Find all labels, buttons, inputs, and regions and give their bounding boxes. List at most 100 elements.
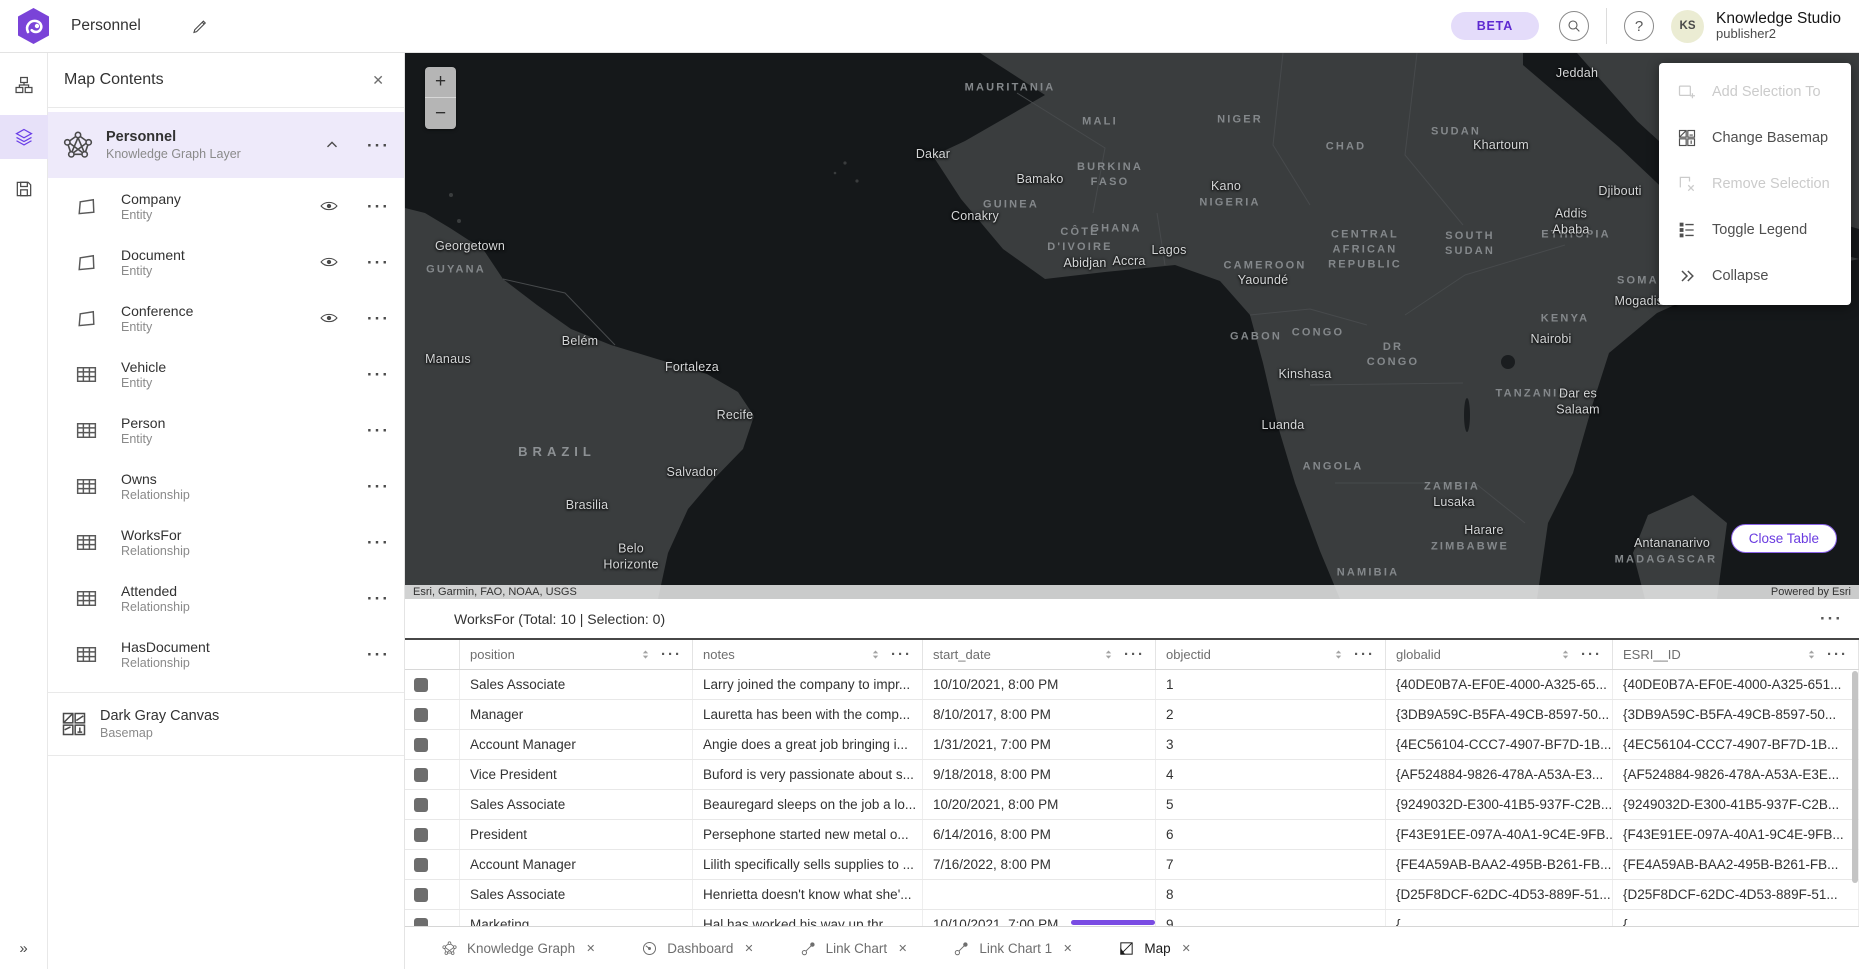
map-canvas[interactable]: GUYANABRAZILBOLIVIAMAURITANIAMALINIGERCH… [405,53,1859,599]
tab-link-chart-1[interactable]: Link Chart 1 ✕ [931,927,1096,969]
menu-item-change-basemap[interactable]: Change Basemap [1659,115,1851,161]
expand-rail-button[interactable]: » [7,928,39,969]
layer-options-icon[interactable]: ··· [367,310,390,327]
layer-options-icon[interactable]: ··· [367,646,390,663]
tab-dashboard[interactable]: Dashboard✕ [619,927,777,969]
column-options-icon[interactable]: ··· [1354,647,1375,662]
close-panel-icon[interactable]: ✕ [368,68,388,93]
sort-icon[interactable] [1559,648,1572,662]
sort-icon[interactable] [1102,648,1115,662]
layer-row-vehicle[interactable]: VehicleEntity··· [48,346,404,402]
layer-row-worksfor[interactable]: WorksForRelationship··· [48,514,404,570]
row-checkbox[interactable] [414,678,428,692]
layer-row-attended[interactable]: AttendedRelationship··· [48,570,404,626]
row-checkbox[interactable] [414,768,428,782]
sort-icon[interactable] [869,648,882,662]
visibility-eye-icon[interactable] [319,196,339,216]
visibility-eye-icon[interactable] [319,252,339,272]
basemap-row[interactable]: Dark Gray Canvas Basemap [48,693,404,755]
tab-close-icon[interactable]: ✕ [1180,940,1193,957]
map-attribution: Esri, Garmin, FAO, NOAA, USGS Powered by… [405,585,1859,599]
tab-close-icon[interactable]: ✕ [584,940,597,957]
menu-item-collapse[interactable]: Collapse [1659,253,1851,299]
row-checkbox[interactable] [414,858,428,872]
table-row[interactable]: Sales AssociateLarry joined the company … [405,670,1859,700]
search-icon [1566,18,1582,34]
column-options-icon[interactable]: ··· [891,647,912,662]
zoom-out-button[interactable]: − [425,98,456,129]
column-options-icon[interactable]: ··· [661,647,682,662]
layer-row-conference[interactable]: ConferenceEntity ··· [48,290,404,346]
column-options-icon[interactable]: ··· [1581,647,1602,662]
tab-knowledge-graph[interactable]: Knowledge Graph✕ [419,927,619,969]
table-row[interactable]: Account ManagerLilith specifically sells… [405,850,1859,880]
table-options-icon[interactable]: ··· [1820,610,1843,627]
save-button[interactable] [0,167,48,211]
help-button[interactable]: ? [1624,11,1654,41]
tab-label: Link Chart 1 [979,941,1052,956]
sort-icon[interactable] [1332,648,1345,662]
row-checkbox[interactable] [414,828,428,842]
table-row[interactable]: ManagerLauretta has been with the comp..… [405,700,1859,730]
table-cell: 2 [1156,700,1386,729]
zoom-in-button[interactable]: + [425,67,456,98]
row-checkbox[interactable] [414,918,428,927]
layer-options-icon[interactable]: ··· [367,198,390,215]
layers-button[interactable] [0,115,48,159]
tab-close-icon[interactable]: ✕ [742,940,755,957]
edit-title-icon[interactable] [191,17,209,35]
layer-options-icon[interactable]: ··· [367,422,390,439]
menu-item-toggle-legend[interactable]: Toggle Legend [1659,207,1851,253]
layer-group-personnel[interactable]: Personnel Knowledge Graph Layer ··· [48,112,404,178]
layer-options-icon[interactable]: ··· [367,534,390,551]
row-checkbox[interactable] [414,798,428,812]
layer-options-icon[interactable]: ··· [367,254,390,271]
table-row[interactable]: Account ManagerAngie does a great job br… [405,730,1859,760]
layer-row-owns[interactable]: OwnsRelationship··· [48,458,404,514]
tab-close-icon[interactable]: ✕ [896,940,909,957]
table-row[interactable]: Sales AssociateHenrietta doesn't know wh… [405,880,1859,910]
column-header-globalid: globalid··· [1386,640,1613,669]
visibility-eye-icon[interactable] [319,308,339,328]
user-avatar[interactable]: KS [1671,10,1704,43]
horizontal-scroll-thumb[interactable] [1071,920,1155,925]
table-cell: 6 [1156,820,1386,849]
table-vertical-scrollbar[interactable] [1852,671,1858,924]
polygon-entity-icon [74,194,99,219]
tab-close-icon[interactable]: ✕ [1061,940,1074,957]
layer-row-company[interactable]: CompanyEntity··· [48,178,404,234]
close-table-button[interactable]: Close Table [1731,524,1837,553]
table-cell: {FE4A59AB-BAA2-495B-B261-FB... [1386,850,1613,879]
layer-group-options-icon[interactable]: ··· [367,137,390,154]
table-cell: 10/20/2021, 8:00 PM [923,790,1156,819]
layer-row-document[interactable]: DocumentEntity··· [48,234,404,290]
layer-text: ConferenceEntity [121,303,319,334]
table-cell: Angie does a great job bringing i... [693,730,923,759]
table-cell: 1/31/2021, 7:00 PM [923,730,1156,759]
layer-options-icon[interactable]: ··· [367,590,390,607]
tab-link-chart[interactable]: Link Chart✕ [778,927,932,969]
dashboard-tab-icon [641,940,658,957]
tab-map[interactable]: Map✕ [1096,927,1214,969]
vertical-scroll-thumb[interactable] [1852,671,1858,883]
column-options-icon[interactable]: ··· [1124,647,1145,662]
table-cell: Henrietta doesn't know what she'... [693,880,923,909]
layer-row-hasdocument[interactable]: HasDocumentRelationship ··· [48,626,404,682]
sort-icon[interactable] [1805,648,1818,662]
chevron-up-icon[interactable] [323,136,341,154]
layer-text: HasDocumentRelationship [121,639,319,670]
row-checkbox[interactable] [414,888,428,902]
column-options-icon[interactable]: ··· [1827,647,1848,662]
table-row[interactable]: PresidentPersephone started new metal o.… [405,820,1859,850]
table-row[interactable]: Vice PresidentBuford is very passionate … [405,760,1859,790]
row-checkbox[interactable] [414,738,428,752]
sort-icon[interactable] [639,648,652,662]
layer-row-person[interactable]: PersonEntity··· [48,402,404,458]
row-checkbox[interactable] [414,708,428,722]
layer-options-icon[interactable]: ··· [367,478,390,495]
search-button[interactable] [1559,11,1589,41]
data-model-button[interactable] [0,63,48,107]
table-cell: Account Manager [460,850,693,879]
layer-options-icon[interactable]: ··· [367,366,390,383]
table-row[interactable]: Sales AssociateBeauregard sleeps on the … [405,790,1859,820]
